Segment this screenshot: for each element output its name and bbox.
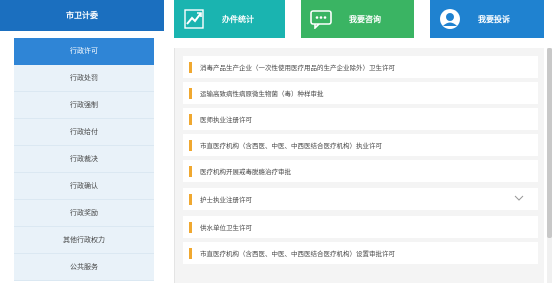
sidebar-item-xingzheng-chufa[interactable]: 行政处罚: [14, 65, 154, 92]
statistics-tile[interactable]: 办件统计: [174, 0, 285, 38]
list-item[interactable]: 消毒产品生产企业（一次性使用医疗用品的生产企业除外）卫生许可: [183, 56, 538, 78]
list-item-label: 医疗机构开展戒毒脱瘾治疗审批: [200, 168, 291, 176]
chart-icon: [174, 0, 214, 38]
sidebar: 市卫计委 行政许可 行政处罚 行政强制 行政给付 行政裁决 行政确认 行政奖励 …: [0, 0, 165, 283]
sidebar-item-xingzheng-jiangli[interactable]: 行政奖励: [14, 200, 154, 227]
accent-bar: [189, 247, 192, 259]
list-item-label: 运输高致病性病原微生物菌（毒）种样审批: [200, 90, 324, 98]
accent-bar: [189, 221, 192, 233]
list-item-label: 市直医疗机构（含西医、中医、中西医结合医疗机构）执业许可: [200, 142, 382, 150]
sidebar-title: 市卫计委: [0, 0, 164, 31]
list-item[interactable]: 市直医疗机构（含西医、中医、中西医结合医疗机构）执业许可: [183, 134, 538, 156]
list-item[interactable]: 市直医疗机构（含西医、中医、中西医结合医疗机构）设置审批许可: [183, 242, 538, 264]
accent-bar: [189, 139, 192, 151]
list-item[interactable]: 供水单位卫生许可: [183, 216, 538, 238]
list-item[interactable]: 运输高致病性病原微生物菌（毒）种样审批: [183, 82, 538, 104]
consult-tile[interactable]: 我要咨询: [301, 0, 414, 38]
list-item-label: 护士执业注册许可: [200, 196, 252, 204]
list-item[interactable]: 医疗机构开展戒毒脱瘾治疗审批: [183, 160, 538, 182]
scrollbar-thumb[interactable]: [547, 48, 552, 238]
sidebar-item-xingzheng-queren[interactable]: 行政确认: [14, 173, 154, 200]
list-item-label: 消毒产品生产企业（一次性使用医疗用品的生产企业除外）卫生许可: [200, 64, 395, 72]
list-item[interactable]: 医师执业注册许可: [183, 108, 538, 130]
list-item-label: 医师执业注册许可: [200, 116, 252, 124]
list-item-label: 供水单位卫生许可: [200, 224, 252, 232]
consult-label: 我要咨询: [349, 14, 381, 24]
list-item-label: 市直医疗机构（含西医、中医、中西医结合医疗机构）设置审批许可: [200, 250, 395, 258]
person-icon: [430, 0, 470, 38]
list-item[interactable]: 护士执业注册许可: [183, 188, 538, 210]
scrollbar[interactable]: [547, 48, 552, 283]
complaint-tile[interactable]: 我要投诉: [430, 0, 544, 38]
accent-bar: [189, 165, 192, 177]
sidebar-item-qita-quanli[interactable]: 其他行政权力: [14, 227, 154, 254]
accent-bar: [189, 193, 192, 205]
chevron-down-icon[interactable]: [514, 194, 524, 204]
sidebar-item-xingzheng-xuke[interactable]: 行政许可: [14, 38, 154, 65]
accent-bar: [189, 113, 192, 125]
accent-bar: [189, 87, 192, 99]
statistics-label: 办件统计: [222, 14, 254, 24]
sidebar-item-xingzheng-caijue[interactable]: 行政裁决: [14, 146, 154, 173]
sidebar-item-gonggong-fuwu[interactable]: 公共服务: [14, 254, 154, 281]
chat-icon: [301, 0, 341, 38]
sidebar-item-xingzheng-qiangzhi[interactable]: 行政强制: [14, 92, 154, 119]
accent-bar: [189, 61, 192, 73]
complaint-label: 我要投诉: [478, 14, 510, 24]
sidebar-item-xingzheng-geifu[interactable]: 行政给付: [14, 119, 154, 146]
sidebar-list: 行政许可 行政处罚 行政强制 行政给付 行政裁决 行政确认 行政奖励 其他行政权…: [14, 38, 154, 281]
license-list: 消毒产品生产企业（一次性使用医疗用品的生产企业除外）卫生许可 运输高致病性病原微…: [174, 48, 544, 283]
